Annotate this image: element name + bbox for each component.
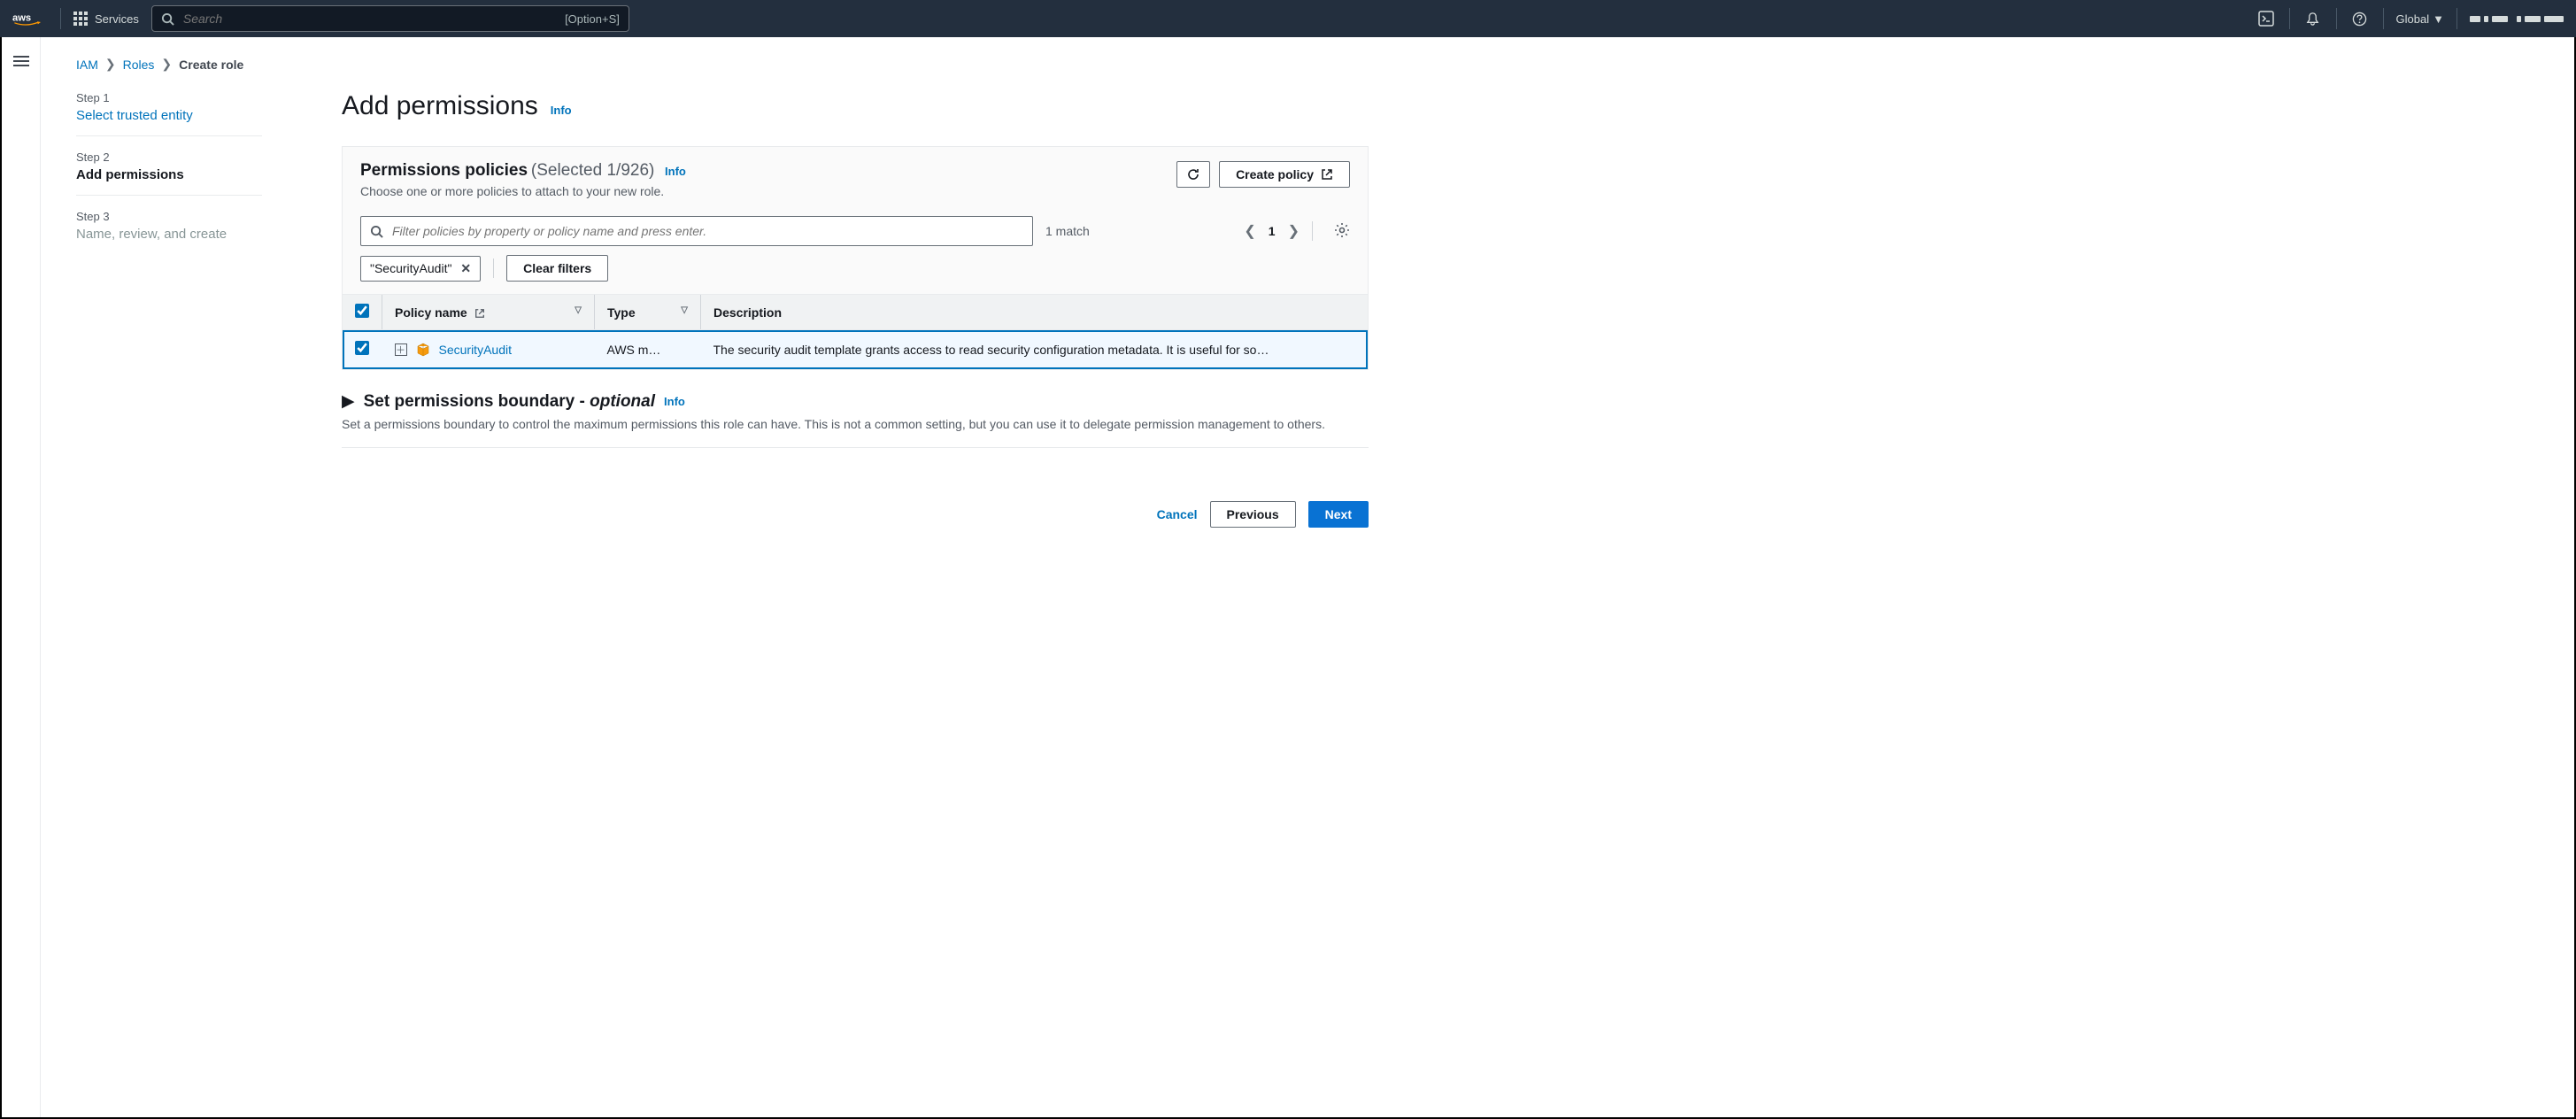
chevron-right-icon: ❯ (161, 57, 172, 72)
refresh-button[interactable] (1176, 161, 1210, 188)
boundary-title: Set permissions boundary - (364, 392, 590, 411)
boundary-description: Set a permissions boundary to control th… (342, 417, 1369, 431)
nav-separator (2336, 8, 2337, 29)
policy-type: AWS m… (595, 330, 701, 369)
select-all-checkbox[interactable] (355, 304, 369, 318)
wizard-footer: Cancel Previous Next (342, 501, 1369, 528)
panel-title: Permissions policies (360, 161, 528, 180)
step-3: Step 3 Name, review, and create (76, 210, 262, 254)
notifications-icon[interactable] (2302, 8, 2324, 29)
external-link-icon (1321, 168, 1333, 181)
chevron-down-icon: ▼ (2433, 12, 2444, 26)
policy-name-link[interactable]: SecurityAudit (439, 343, 512, 357)
search-icon (370, 225, 383, 238)
page-number: 1 (1269, 224, 1276, 238)
policies-table: Policy name ▽ Type ▽ Description (343, 294, 1368, 369)
svg-text:aws: aws (12, 12, 31, 23)
refresh-icon (1186, 167, 1200, 181)
nav-separator (2383, 8, 2384, 29)
step-title-link[interactable]: Select trusted entity (76, 108, 262, 123)
permissions-boundary-section: ▶ Set permissions boundary - optional In… (342, 391, 1369, 448)
expand-row-icon[interactable]: ＋ (395, 343, 407, 356)
grid-icon (73, 12, 88, 26)
services-label: Services (95, 12, 139, 26)
previous-button[interactable]: Previous (1210, 501, 1296, 528)
global-search[interactable]: [Option+S] (151, 5, 629, 32)
breadcrumb-link-roles[interactable]: Roles (123, 58, 155, 72)
sort-icon[interactable]: ▽ (575, 305, 582, 315)
top-nav: aws Services [Option+S] Global ▼ (0, 0, 2576, 37)
breadcrumb-current: Create role (179, 58, 243, 72)
side-rail (2, 37, 41, 1117)
aws-logo[interactable]: aws (12, 11, 48, 27)
breadcrumb: IAM ❯ Roles ❯ Create role (76, 57, 1369, 72)
permissions-panel: Permissions policies (Selected 1/926) In… (342, 146, 1369, 370)
side-nav-toggle[interactable] (13, 53, 29, 1117)
step-number: Step 2 (76, 150, 262, 164)
create-policy-button[interactable]: Create policy (1219, 161, 1350, 188)
match-count: 1 match (1045, 224, 1090, 238)
services-menu-button[interactable]: Services (73, 12, 139, 26)
search-shortcut: [Option+S] (565, 12, 620, 26)
gear-icon (1334, 222, 1350, 238)
col-description[interactable]: Description (713, 305, 782, 320)
table-settings-button[interactable] (1334, 222, 1350, 241)
step-2: Step 2 Add permissions (76, 150, 262, 196)
step-title-disabled: Name, review, and create (76, 227, 262, 242)
step-1: Step 1 Select trusted entity (76, 91, 262, 136)
cloudshell-icon[interactable] (2256, 8, 2277, 29)
account-menu[interactable] (2470, 16, 2564, 22)
col-policy-name[interactable]: Policy name (395, 305, 467, 320)
help-icon[interactable] (2349, 8, 2371, 29)
nav-separator (2456, 8, 2457, 29)
wizard-steps: Step 1 Select trusted entity Step 2 Add … (76, 91, 262, 528)
filter-chip-text: "SecurityAudit" (370, 261, 451, 275)
cancel-button[interactable]: Cancel (1157, 507, 1198, 521)
panel-description: Choose one or more policies to attach to… (360, 184, 686, 198)
nav-separator (60, 8, 61, 29)
external-link-icon (474, 308, 485, 319)
page-next[interactable]: ❯ (1288, 222, 1300, 240)
step-number: Step 3 (76, 210, 262, 223)
pagination: ❮ 1 ❯ (1244, 221, 1350, 241)
policy-filter[interactable] (360, 216, 1033, 246)
filter-chip-remove[interactable]: ✕ (460, 261, 471, 276)
step-title-active: Add permissions (76, 167, 262, 182)
row-checkbox[interactable] (355, 341, 369, 355)
create-policy-label: Create policy (1236, 167, 1314, 181)
page-prev[interactable]: ❮ (1244, 222, 1255, 240)
nav-separator (2289, 8, 2290, 29)
chevron-right-icon: ❯ (105, 57, 116, 72)
clear-filters-button[interactable]: Clear filters (506, 255, 608, 282)
boundary-optional: optional (590, 392, 655, 411)
policy-filter-input[interactable] (392, 224, 1023, 238)
sort-icon[interactable]: ▽ (681, 305, 688, 315)
policy-icon (416, 343, 430, 357)
search-input[interactable] (183, 12, 556, 26)
breadcrumb-link-iam[interactable]: IAM (76, 58, 98, 72)
region-label: Global (2396, 12, 2430, 26)
next-button[interactable]: Next (1308, 501, 1369, 528)
step-number: Step 1 (76, 91, 262, 104)
policy-description: The security audit template grants acces… (713, 343, 1333, 357)
panel-count: (Selected 1/926) (531, 161, 654, 180)
col-type[interactable]: Type (607, 305, 636, 320)
expand-caret-icon[interactable]: ▶ (342, 391, 355, 412)
page-title: Add permissions (342, 91, 538, 121)
table-row[interactable]: ＋ SecurityAudit AWS m… The security audi… (343, 330, 1368, 369)
filter-chip: "SecurityAudit" ✕ (360, 256, 481, 282)
panel-info-link[interactable]: Info (665, 165, 686, 178)
page-info-link[interactable]: Info (551, 104, 572, 117)
divider (493, 259, 494, 278)
search-icon (161, 12, 174, 26)
divider (1312, 221, 1313, 241)
region-selector[interactable]: Global ▼ (2396, 12, 2444, 26)
boundary-info-link[interactable]: Info (664, 395, 685, 408)
